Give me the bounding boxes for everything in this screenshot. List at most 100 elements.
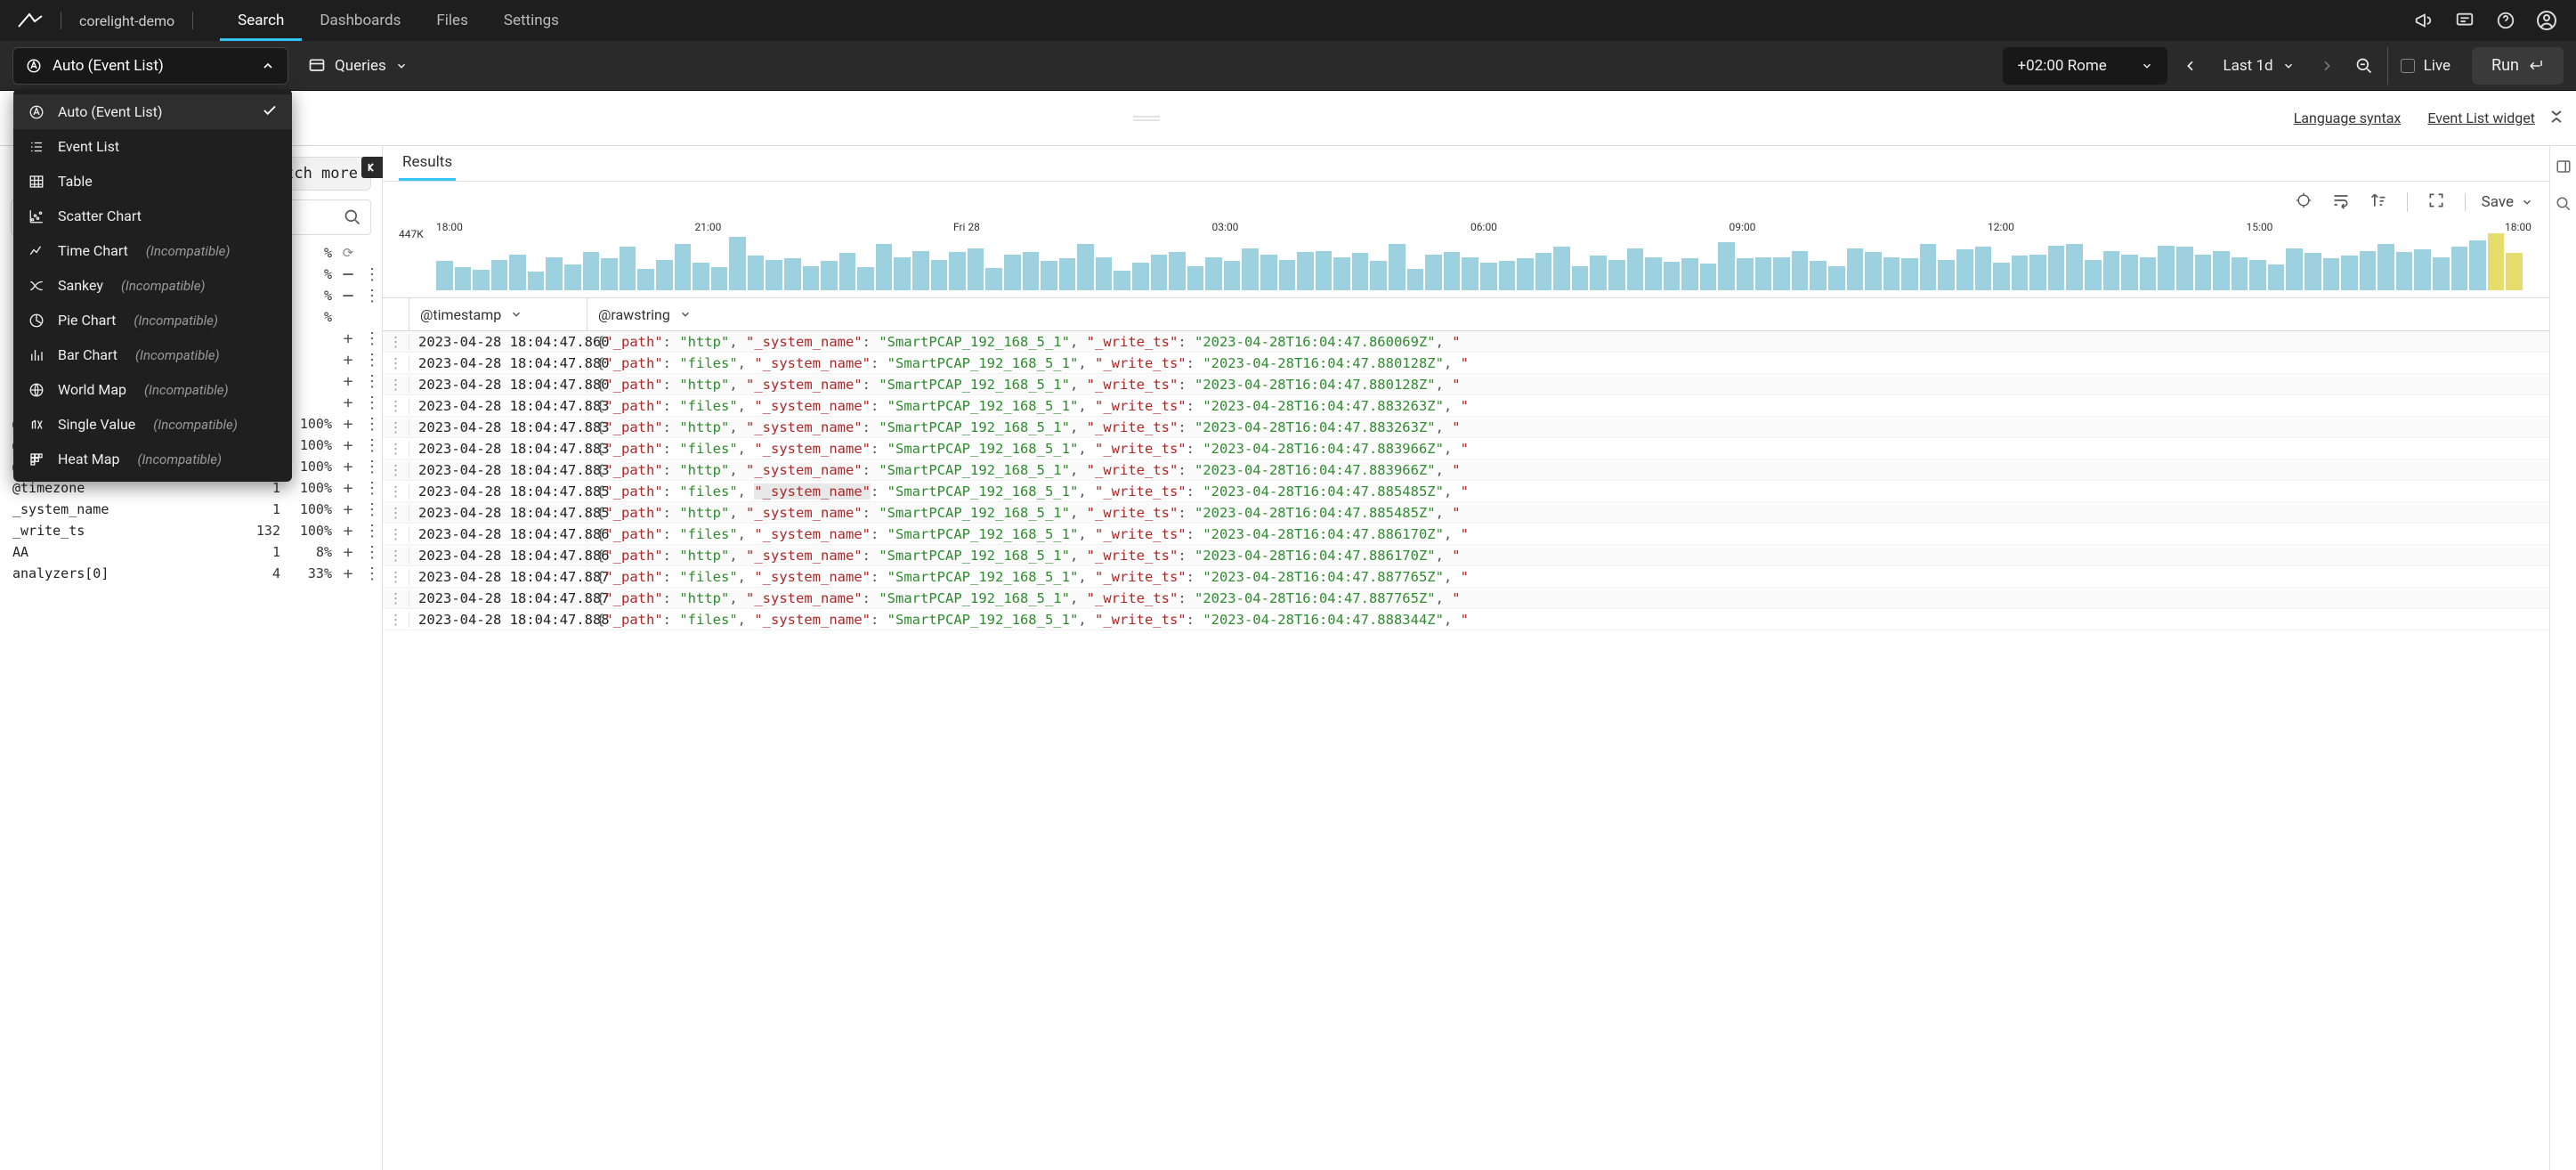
histogram-bar[interactable]: [1572, 266, 1589, 290]
panel-icon[interactable]: [2556, 158, 2572, 178]
live-toggle[interactable]: Live: [2387, 47, 2463, 85]
histogram-bar[interactable]: [1645, 257, 1662, 290]
histogram-bar[interactable]: [546, 257, 563, 290]
histogram-bar[interactable]: [1810, 261, 1827, 290]
add-field-icon[interactable]: +: [339, 415, 357, 434]
table-row[interactable]: ⋮2023-04-28 18:04:47.883{"_path": "files…: [383, 438, 2549, 459]
view-selector[interactable]: Auto (Event List): [12, 47, 288, 85]
histogram-bar[interactable]: [1718, 242, 1735, 290]
histogram-bar[interactable]: [2305, 253, 2321, 290]
histogram-bar[interactable]: [2433, 257, 2450, 290]
row-handle-icon[interactable]: ⋮: [383, 398, 409, 414]
view-option-time-chart[interactable]: Time Chart(Incompatible): [13, 233, 292, 268]
histogram-bar[interactable]: [1681, 258, 1698, 290]
histogram-bar[interactable]: [491, 260, 508, 290]
histogram-bar[interactable]: [1059, 258, 1076, 290]
collapse-vertical-icon[interactable]: [2549, 108, 2564, 129]
histogram-bar[interactable]: [2195, 255, 2212, 290]
histogram-bar[interactable]: [1151, 255, 1168, 290]
histogram-bar[interactable]: [1737, 258, 1754, 290]
histogram-bar[interactable]: [748, 256, 765, 290]
histogram-bar[interactable]: [968, 248, 984, 290]
view-option-event-list[interactable]: Event List: [13, 129, 292, 164]
fullscreen-icon[interactable]: [2427, 191, 2445, 213]
histogram-bar[interactable]: [1865, 252, 1882, 290]
histogram-bar[interactable]: [766, 260, 782, 290]
histogram-bar[interactable]: [1444, 252, 1461, 290]
field-row[interactable]: analyzers[0]433%+⋮: [0, 563, 382, 584]
row-handle-icon[interactable]: ⋮: [383, 355, 409, 371]
add-field-icon[interactable]: +: [339, 543, 357, 562]
histogram-bar[interactable]: [1828, 266, 1845, 290]
table-row[interactable]: ⋮2023-04-28 18:04:47.883{"_path": "files…: [383, 395, 2549, 417]
add-field-icon[interactable]: +: [339, 500, 357, 519]
histogram-bar[interactable]: [2268, 264, 2285, 290]
histogram-bar[interactable]: [1023, 252, 1040, 290]
nav-tab-settings[interactable]: Settings: [486, 0, 577, 41]
histogram-bar[interactable]: [784, 258, 801, 290]
histogram-bar[interactable]: [1205, 257, 1222, 290]
histogram-bar[interactable]: [2176, 247, 2193, 290]
run-button[interactable]: Run: [2472, 47, 2564, 85]
remove-field-icon[interactable]: −: [339, 264, 357, 286]
zoom-out-button[interactable]: [2350, 47, 2378, 85]
field-row[interactable]: _system_name1100%+⋮: [0, 499, 382, 520]
histogram-bar[interactable]: [1096, 257, 1113, 290]
more-icon[interactable]: ⋮: [364, 543, 373, 562]
event-histogram[interactable]: 447K 18:0021:00Fri 2803:0006:0009:0012:0…: [383, 223, 2549, 297]
histogram-bar[interactable]: [912, 251, 929, 290]
view-option-auto-event-list-[interactable]: Auto (Event List): [13, 94, 292, 129]
field-row[interactable]: AA18%+⋮: [0, 541, 382, 563]
histogram-bar[interactable]: [1389, 244, 1405, 290]
histogram-bar[interactable]: [2323, 258, 2340, 290]
row-handle-icon[interactable]: ⋮: [383, 462, 409, 478]
row-handle-icon[interactable]: ⋮: [383, 419, 409, 435]
more-icon[interactable]: ⋮: [364, 372, 373, 391]
histogram-bar[interactable]: [2048, 246, 2065, 290]
add-field-icon[interactable]: +: [339, 329, 357, 348]
view-option-table[interactable]: Table: [13, 164, 292, 199]
column-header-timestamp[interactable]: @timestamp: [409, 298, 587, 330]
nav-tab-search[interactable]: Search: [220, 0, 302, 41]
histogram-bar[interactable]: [729, 237, 746, 290]
histogram-bar[interactable]: [1627, 248, 1644, 290]
view-option-scatter-chart[interactable]: Scatter Chart: [13, 199, 292, 233]
histogram-bar[interactable]: [949, 252, 966, 290]
histogram-bar[interactable]: [693, 263, 709, 290]
histogram-bar[interactable]: [1499, 261, 1516, 290]
histogram-bar[interactable]: [601, 258, 618, 290]
histogram-bar[interactable]: [1938, 260, 1955, 290]
histogram-bar[interactable]: [564, 264, 581, 290]
link-language-syntax[interactable]: Language syntax: [2294, 110, 2402, 126]
more-icon[interactable]: ⋮: [364, 565, 373, 583]
view-option-bar-chart[interactable]: Bar Chart(Incompatible): [13, 337, 292, 372]
histogram-bar[interactable]: [1517, 258, 1534, 290]
histogram-bar[interactable]: [821, 261, 838, 290]
histogram-bar[interactable]: [711, 267, 728, 290]
histogram-bar[interactable]: [2488, 233, 2505, 290]
target-icon[interactable]: [2295, 191, 2313, 213]
more-icon[interactable]: ⋮: [364, 436, 373, 455]
time-prev-button[interactable]: [2176, 47, 2205, 85]
histogram-bar[interactable]: [1187, 266, 1204, 290]
help-icon[interactable]: [2485, 0, 2526, 41]
histogram-bar[interactable]: [528, 272, 545, 290]
table-row[interactable]: ⋮2023-04-28 18:04:47.883{"_path": "http"…: [383, 459, 2549, 481]
histogram-bar[interactable]: [455, 267, 472, 290]
view-option-single-value[interactable]: Single Value(Incompatible): [13, 407, 292, 442]
histogram-bar[interactable]: [1077, 244, 1094, 290]
histogram-bar[interactable]: [857, 267, 874, 290]
histogram-bar[interactable]: [1590, 256, 1607, 290]
nav-tab-dashboards[interactable]: Dashboards: [302, 0, 418, 41]
row-handle-icon[interactable]: ⋮: [383, 377, 409, 393]
chat-icon[interactable]: [2444, 0, 2485, 41]
histogram-bar[interactable]: [509, 255, 526, 290]
histogram-bar[interactable]: [1480, 263, 1497, 290]
table-row[interactable]: ⋮2023-04-28 18:04:47.887{"_path": "http"…: [383, 588, 2549, 609]
user-avatar-icon[interactable]: [2526, 0, 2567, 41]
row-handle-icon[interactable]: ⋮: [383, 505, 409, 521]
row-handle-icon[interactable]: ⋮: [383, 483, 409, 500]
histogram-bar[interactable]: [1883, 257, 1900, 290]
add-field-icon[interactable]: +: [339, 351, 357, 370]
histogram-bar[interactable]: [2360, 251, 2377, 290]
